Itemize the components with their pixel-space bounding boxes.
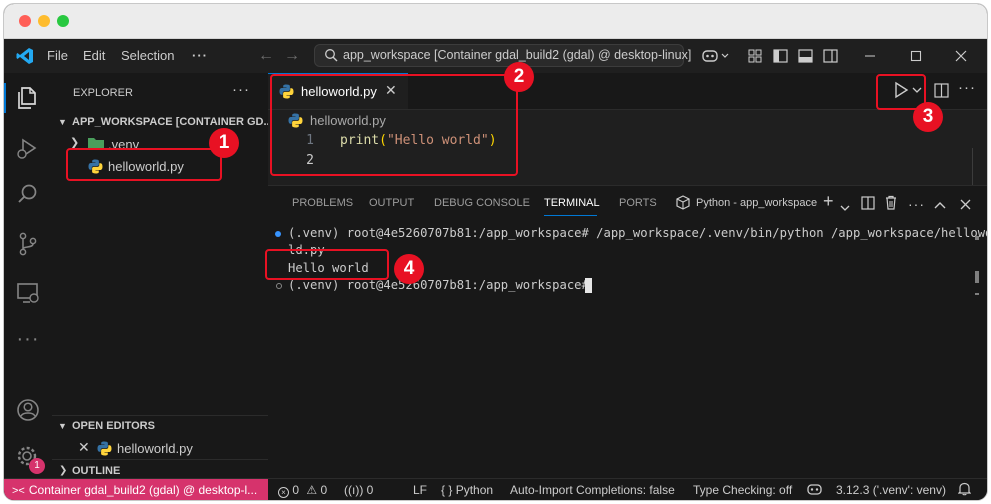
close-icon[interactable] — [955, 39, 967, 73]
kill-terminal-trash-icon[interactable] — [884, 195, 898, 215]
copilot-status-icon[interactable] — [807, 479, 822, 500]
terminal-type-icon — [676, 195, 690, 215]
menu-file[interactable]: File — [47, 39, 68, 73]
annotation-badge-4: 4 — [394, 254, 424, 284]
customize-layout-icon[interactable] — [748, 39, 762, 73]
terminal-line: (.venv) root@4e5260707b81:/app_workspace… — [288, 226, 987, 240]
forward-arrow-icon[interactable]: → — [284, 39, 300, 73]
language-indicator[interactable]: { } Python — [441, 479, 493, 500]
problems-indicator[interactable]: × 0 ⚠ 0 — [278, 479, 327, 500]
terminal-scrollbar-thumb[interactable] — [975, 271, 979, 283]
settings-badge: 1 — [29, 458, 45, 474]
status-bar: >< Container gdal_build2 (gdal) @ desktop… — [4, 478, 987, 500]
warning-count: 0 — [320, 483, 328, 497]
editor-scrollbar[interactable] — [972, 148, 983, 185]
more-views-icon[interactable]: ··· — [14, 327, 42, 355]
annotation-box-4 — [265, 249, 389, 280]
language-label: Python — [455, 483, 494, 497]
auto-import-indicator[interactable]: Auto-Import Completions: false — [510, 479, 675, 500]
run-debug-icon[interactable] — [14, 134, 42, 162]
title-bar: File Edit Selection ··· ← → app_workspac… — [4, 39, 987, 73]
toggle-panel-icon[interactable] — [798, 39, 813, 73]
eol-indicator[interactable]: LF — [413, 479, 427, 500]
vscode-logo-icon — [16, 39, 36, 73]
menu-selection[interactable]: Selection — [121, 39, 174, 73]
open-editor-label: helloworld.py — [117, 441, 193, 456]
error-icon: × — [278, 487, 289, 498]
error-count: 0 — [292, 483, 300, 497]
toggle-secondary-sidebar-icon[interactable] — [823, 39, 838, 73]
maximize-icon[interactable] — [910, 39, 922, 73]
menu-edit[interactable]: Edit — [83, 39, 105, 73]
close-panel-icon[interactable] — [960, 197, 971, 215]
search-icon[interactable] — [14, 181, 42, 209]
toggle-primary-sidebar-icon[interactable] — [773, 39, 788, 73]
explorer-more-button[interactable]: ··· — [232, 81, 250, 98]
explorer-icon[interactable] — [14, 84, 42, 112]
ports-indicator[interactable]: ((ı)) 0 — [344, 479, 373, 500]
notifications-bell-icon[interactable] — [957, 479, 972, 500]
workspace-header[interactable]: ▼ APP_WORKSPACE [CONTAINER GD... — [52, 111, 273, 133]
maximize-panel-chevron-up-icon[interactable] — [934, 197, 946, 215]
source-control-icon[interactable] — [14, 230, 42, 258]
panel-tab-ports[interactable]: PORTS — [619, 186, 657, 220]
explorer-title: EXPLORER — [73, 87, 133, 99]
scrollbar-marker — [975, 236, 979, 240]
open-editor-item[interactable]: ✕ helloworld.py — [52, 437, 268, 459]
open-editors-header[interactable]: ▼ OPEN EDITORS — [52, 415, 268, 437]
warning-icon: ⚠ — [306, 483, 318, 497]
antenna-icon: ((ı)) — [344, 483, 364, 497]
minimize-window-button[interactable] — [38, 15, 50, 27]
minimize-icon[interactable] — [864, 39, 876, 73]
close-window-button[interactable] — [19, 15, 31, 27]
braces-icon: { } — [441, 483, 453, 497]
command-decoration-icon — [275, 231, 281, 237]
type-checking-indicator[interactable]: Type Checking: off — [693, 479, 792, 500]
python-file-icon — [97, 441, 112, 459]
scrollbar-marker — [975, 293, 979, 295]
command-center[interactable]: app_workspace [Container gdal_build2 (gd… — [314, 44, 691, 67]
split-terminal-icon[interactable] — [861, 196, 875, 215]
panel-tab-debug-console[interactable]: DEBUG CONSOLE — [434, 186, 530, 220]
command-decoration-empty-icon — [276, 283, 282, 289]
remote-explorer-icon[interactable] — [14, 279, 42, 307]
window-chrome — [4, 4, 987, 39]
remote-indicator[interactable]: >< Container gdal_build2 (gdal) @ desktop… — [4, 479, 268, 500]
accounts-icon[interactable] — [14, 396, 42, 424]
panel-tab-output[interactable]: OUTPUT — [369, 186, 414, 220]
activity-bar: ··· 1 — [4, 73, 53, 478]
panel-more-icon[interactable]: ··· — [908, 196, 925, 212]
annotation-box-2 — [270, 74, 518, 176]
annotation-badge-2: 2 — [504, 62, 534, 92]
zoom-window-button[interactable] — [57, 15, 69, 27]
active-tab-underline — [544, 215, 597, 216]
active-indicator — [4, 83, 6, 113]
search-icon — [324, 48, 338, 65]
menu-more-button[interactable]: ··· — [192, 39, 208, 73]
back-arrow-icon[interactable]: ← — [258, 39, 274, 73]
chevron-down-icon: ▼ — [58, 117, 67, 127]
interpreter-indicator[interactable]: 3.12.3 ('.venv': venv) — [836, 479, 946, 500]
ports-count: 0 — [366, 483, 374, 497]
copilot-icon[interactable] — [702, 39, 732, 73]
editor-more-actions-icon[interactable]: ··· — [958, 79, 976, 96]
terminal-dropdown-chevron-icon[interactable] — [840, 199, 850, 217]
split-editor-icon[interactable] — [934, 83, 949, 103]
close-editor-icon[interactable]: ✕ — [78, 439, 90, 456]
terminal-name[interactable]: Python - app_workspace — [696, 186, 817, 220]
new-terminal-icon[interactable]: + — [823, 191, 834, 212]
annotation-box-1 — [66, 148, 222, 181]
annotation-badge-3: 3 — [913, 102, 943, 132]
remote-icon: >< — [12, 485, 25, 497]
panel-tab-problems[interactable]: PROBLEMS — [292, 186, 353, 220]
annotation-badge-1: 1 — [209, 128, 239, 158]
bottom-panel: PROBLEMS OUTPUT DEBUG CONSOLE TERMINAL P… — [268, 185, 987, 479]
terminal-cursor — [585, 278, 592, 293]
chevron-down-icon: ▼ — [58, 421, 67, 431]
terminal-prompt-line[interactable]: (.venv) root@4e5260707b81:/app_workspace… — [288, 278, 596, 292]
workspace-label: APP_WORKSPACE [CONTAINER GD... — [72, 116, 273, 128]
remote-label: Container gdal_build2 (gdal) @ desktop-l… — [28, 483, 258, 497]
open-editors-label: OPEN EDITORS — [72, 420, 155, 432]
